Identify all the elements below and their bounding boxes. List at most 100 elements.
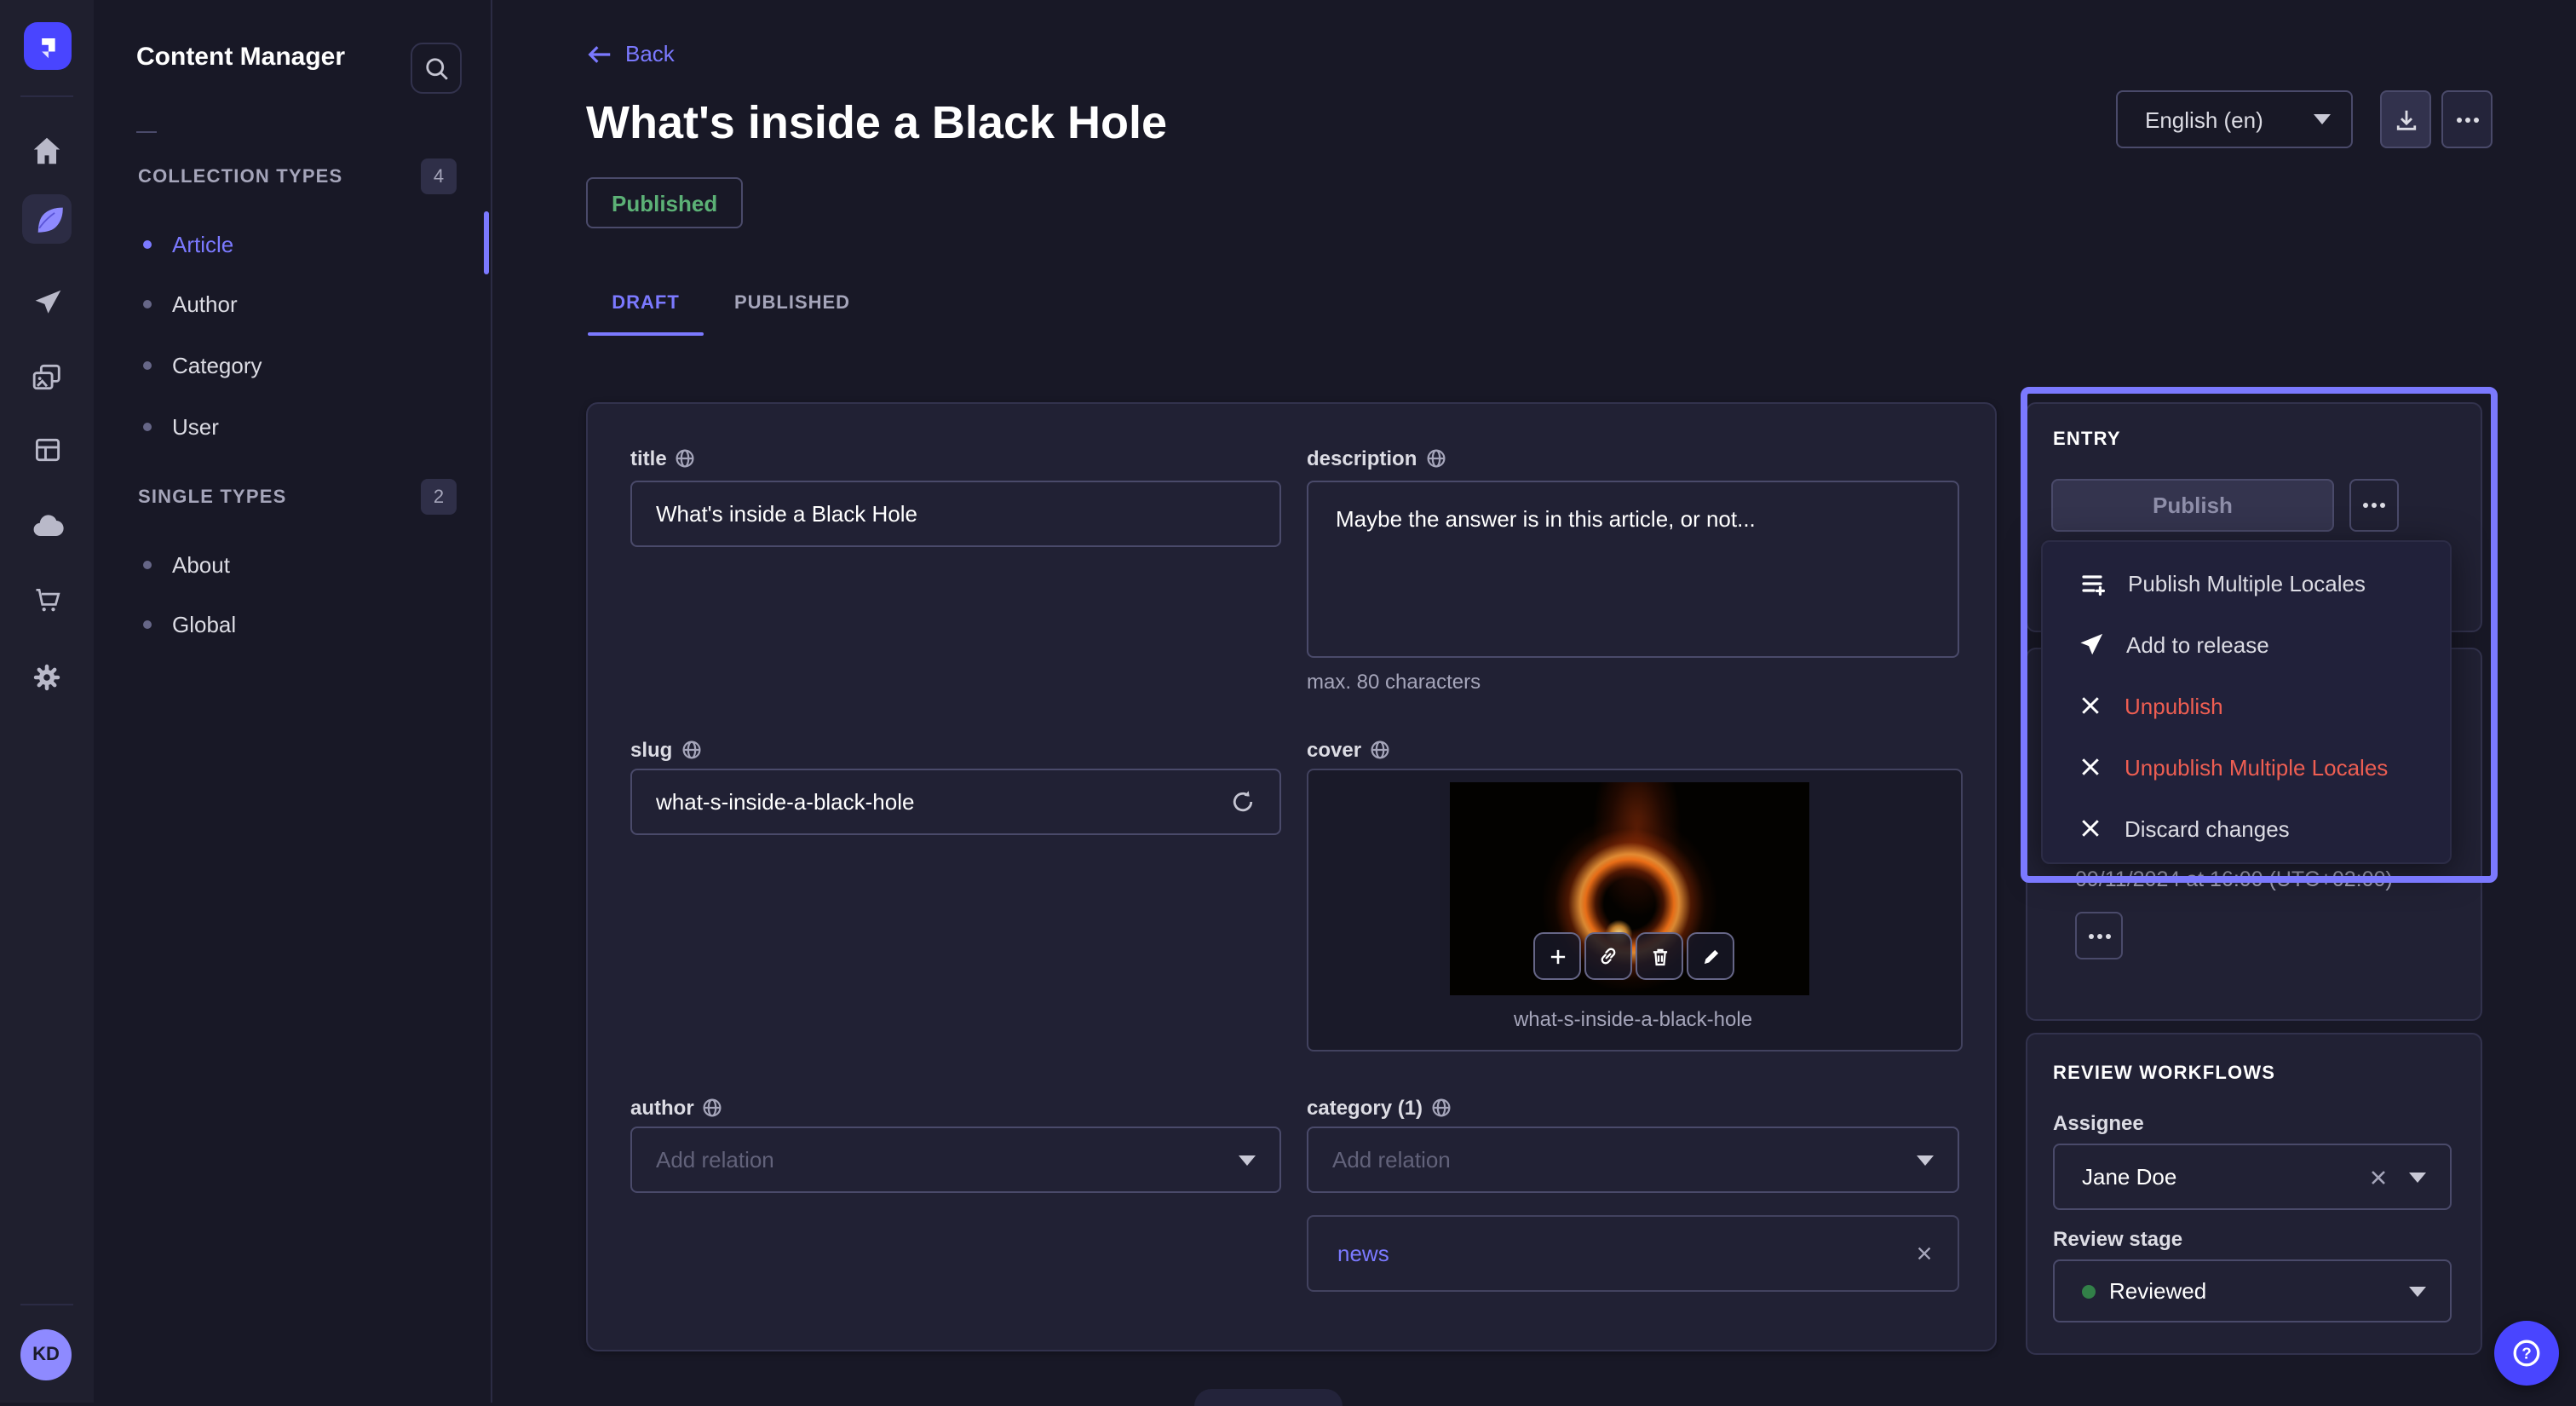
cross-icon — [2079, 755, 2102, 779]
sidebar-item-about[interactable]: About — [119, 533, 477, 595]
question-mark-icon: ? — [2510, 1336, 2544, 1370]
home-icon[interactable] — [0, 126, 94, 174]
clear-assignee-button[interactable] — [2368, 1167, 2389, 1187]
search-button[interactable] — [411, 43, 462, 94]
cross-icon — [2079, 694, 2102, 717]
regenerate-slug-button[interactable] — [1230, 789, 1256, 815]
information-more-button[interactable] — [2075, 912, 2123, 959]
sidebar-item-label: Global — [172, 611, 236, 637]
strapi-logo-icon[interactable] — [24, 22, 72, 70]
back-label: Back — [625, 41, 675, 66]
bullet-icon — [143, 619, 152, 628]
cover-field-label: cover — [1307, 736, 1390, 762]
description-value: Maybe the answer is in this article, or … — [1336, 504, 1756, 535]
sidebar-item-global[interactable]: Global — [119, 593, 477, 654]
menu-item-unpublish-multiple-locales[interactable]: Unpublish Multiple Locales — [2043, 736, 2450, 798]
field-label-text: category (1) — [1307, 1095, 1423, 1119]
sidebar-item-label: Author — [172, 291, 238, 316]
menu-item-publish-multiple-locales[interactable]: Publish Multiple Locales — [2043, 552, 2450, 614]
pencil-icon — [1699, 945, 1722, 967]
globe-icon — [676, 447, 696, 468]
menu-item-label: Unpublish — [2125, 693, 2223, 718]
tab-published[interactable]: PUBLISHED — [716, 273, 869, 334]
settings-gear-icon[interactable] — [0, 653, 94, 700]
back-link[interactable]: Back — [588, 41, 675, 66]
chevron-down-icon — [1239, 1155, 1256, 1165]
bullet-icon — [143, 299, 152, 308]
cover-copy-link-button[interactable] — [1584, 932, 1632, 980]
collection-types-count-badge: 4 — [421, 158, 457, 194]
collection-types-heading: COLLECTION TYPES — [138, 167, 342, 187]
field-label-text: title — [630, 446, 667, 470]
review-stage-value: Reviewed — [2109, 1278, 2206, 1304]
sidebar-item-user[interactable]: User — [119, 395, 477, 457]
menu-item-unpublish[interactable]: Unpublish — [2043, 675, 2450, 736]
category-field-label: category (1) — [1307, 1094, 1452, 1120]
list-plus-icon — [2079, 569, 2106, 596]
author-field-label: author — [630, 1094, 723, 1120]
globe-icon — [681, 739, 701, 759]
more-icon — [2372, 503, 2377, 508]
cover-add-button[interactable] — [1533, 932, 1581, 980]
help-button[interactable]: ? — [2494, 1321, 2559, 1386]
globe-icon — [1425, 447, 1446, 468]
bullet-icon — [143, 360, 152, 369]
cross-icon — [2079, 816, 2102, 840]
description-field-label: description — [1307, 445, 1446, 470]
description-textarea[interactable]: Maybe the answer is in this article, or … — [1307, 481, 1959, 658]
slug-field-label: slug — [630, 736, 701, 762]
description-hint: max. 80 characters — [1307, 670, 1481, 694]
review-stage-select[interactable]: Reviewed — [2053, 1259, 2452, 1322]
subnav-title: Content Manager — [136, 43, 345, 72]
media-library-icon[interactable] — [0, 353, 94, 400]
bullet-icon — [143, 560, 152, 568]
menu-item-discard-changes[interactable]: Discard changes — [2043, 798, 2450, 859]
sidebar-item-category[interactable]: Category — [119, 334, 477, 395]
locale-select[interactable]: English (en) — [2116, 90, 2353, 148]
purchase-icon[interactable] — [0, 576, 94, 624]
cover-edit-button[interactable] — [1687, 932, 1734, 980]
layout-icon[interactable] — [0, 426, 94, 474]
publish-button[interactable]: Publish — [2051, 479, 2334, 532]
menu-item-add-to-release[interactable]: Add to release — [2043, 614, 2450, 675]
remove-relation-button[interactable] — [1915, 1244, 1934, 1263]
chevron-down-icon — [2314, 114, 2331, 124]
sidebar-item-article[interactable]: Article — [119, 213, 477, 274]
assignee-label: Assignee — [2053, 1111, 2144, 1135]
sidebar-item-label: Article — [172, 231, 233, 256]
entry-actions-menu: Publish Multiple Locales Add to release … — [2041, 540, 2452, 864]
category-relation-item: news — [1307, 1215, 1959, 1292]
entry-more-button[interactable] — [2349, 479, 2399, 532]
svg-text:?: ? — [2521, 1345, 2532, 1363]
globe-icon — [1370, 739, 1390, 759]
trash-icon — [1648, 945, 1670, 967]
category-relation-select[interactable]: Add relation — [1307, 1127, 1959, 1193]
cover-delete-button[interactable] — [1636, 932, 1683, 980]
slug-input[interactable]: what-s-inside-a-black-hole — [630, 769, 1281, 835]
bullet-icon — [143, 239, 152, 248]
sidebar-item-author[interactable]: Author — [119, 273, 477, 334]
category-relation-link[interactable]: news — [1337, 1241, 1389, 1266]
arrow-left-icon — [588, 43, 612, 64]
title-input[interactable]: What's inside a Black Hole — [630, 481, 1281, 547]
single-types-count-badge: 2 — [421, 479, 457, 515]
active-item-indicator — [484, 211, 489, 274]
export-button[interactable] — [2380, 90, 2431, 148]
stage-status-dot — [2082, 1284, 2096, 1298]
sidebar-item-label: Category — [172, 352, 262, 377]
releases-icon[interactable] — [0, 279, 94, 327]
sidebar-item-label: About — [172, 551, 230, 577]
user-avatar[interactable]: KD — [20, 1329, 72, 1380]
review-stage-label: Review stage — [2053, 1227, 2182, 1251]
author-relation-select[interactable]: Add relation — [630, 1127, 1281, 1193]
close-icon — [1915, 1244, 1934, 1263]
chevron-down-icon — [1917, 1155, 1934, 1165]
field-label-text: cover — [1307, 737, 1361, 761]
assignee-select[interactable]: Jane Doe — [2053, 1144, 2452, 1210]
cloud-icon[interactable] — [0, 503, 94, 550]
more-actions-button[interactable] — [2441, 90, 2493, 148]
tab-draft[interactable]: DRAFT — [588, 273, 704, 334]
status-badge: Published — [586, 177, 743, 228]
content-manager-icon[interactable] — [22, 194, 72, 244]
title-field-label: title — [630, 445, 696, 470]
